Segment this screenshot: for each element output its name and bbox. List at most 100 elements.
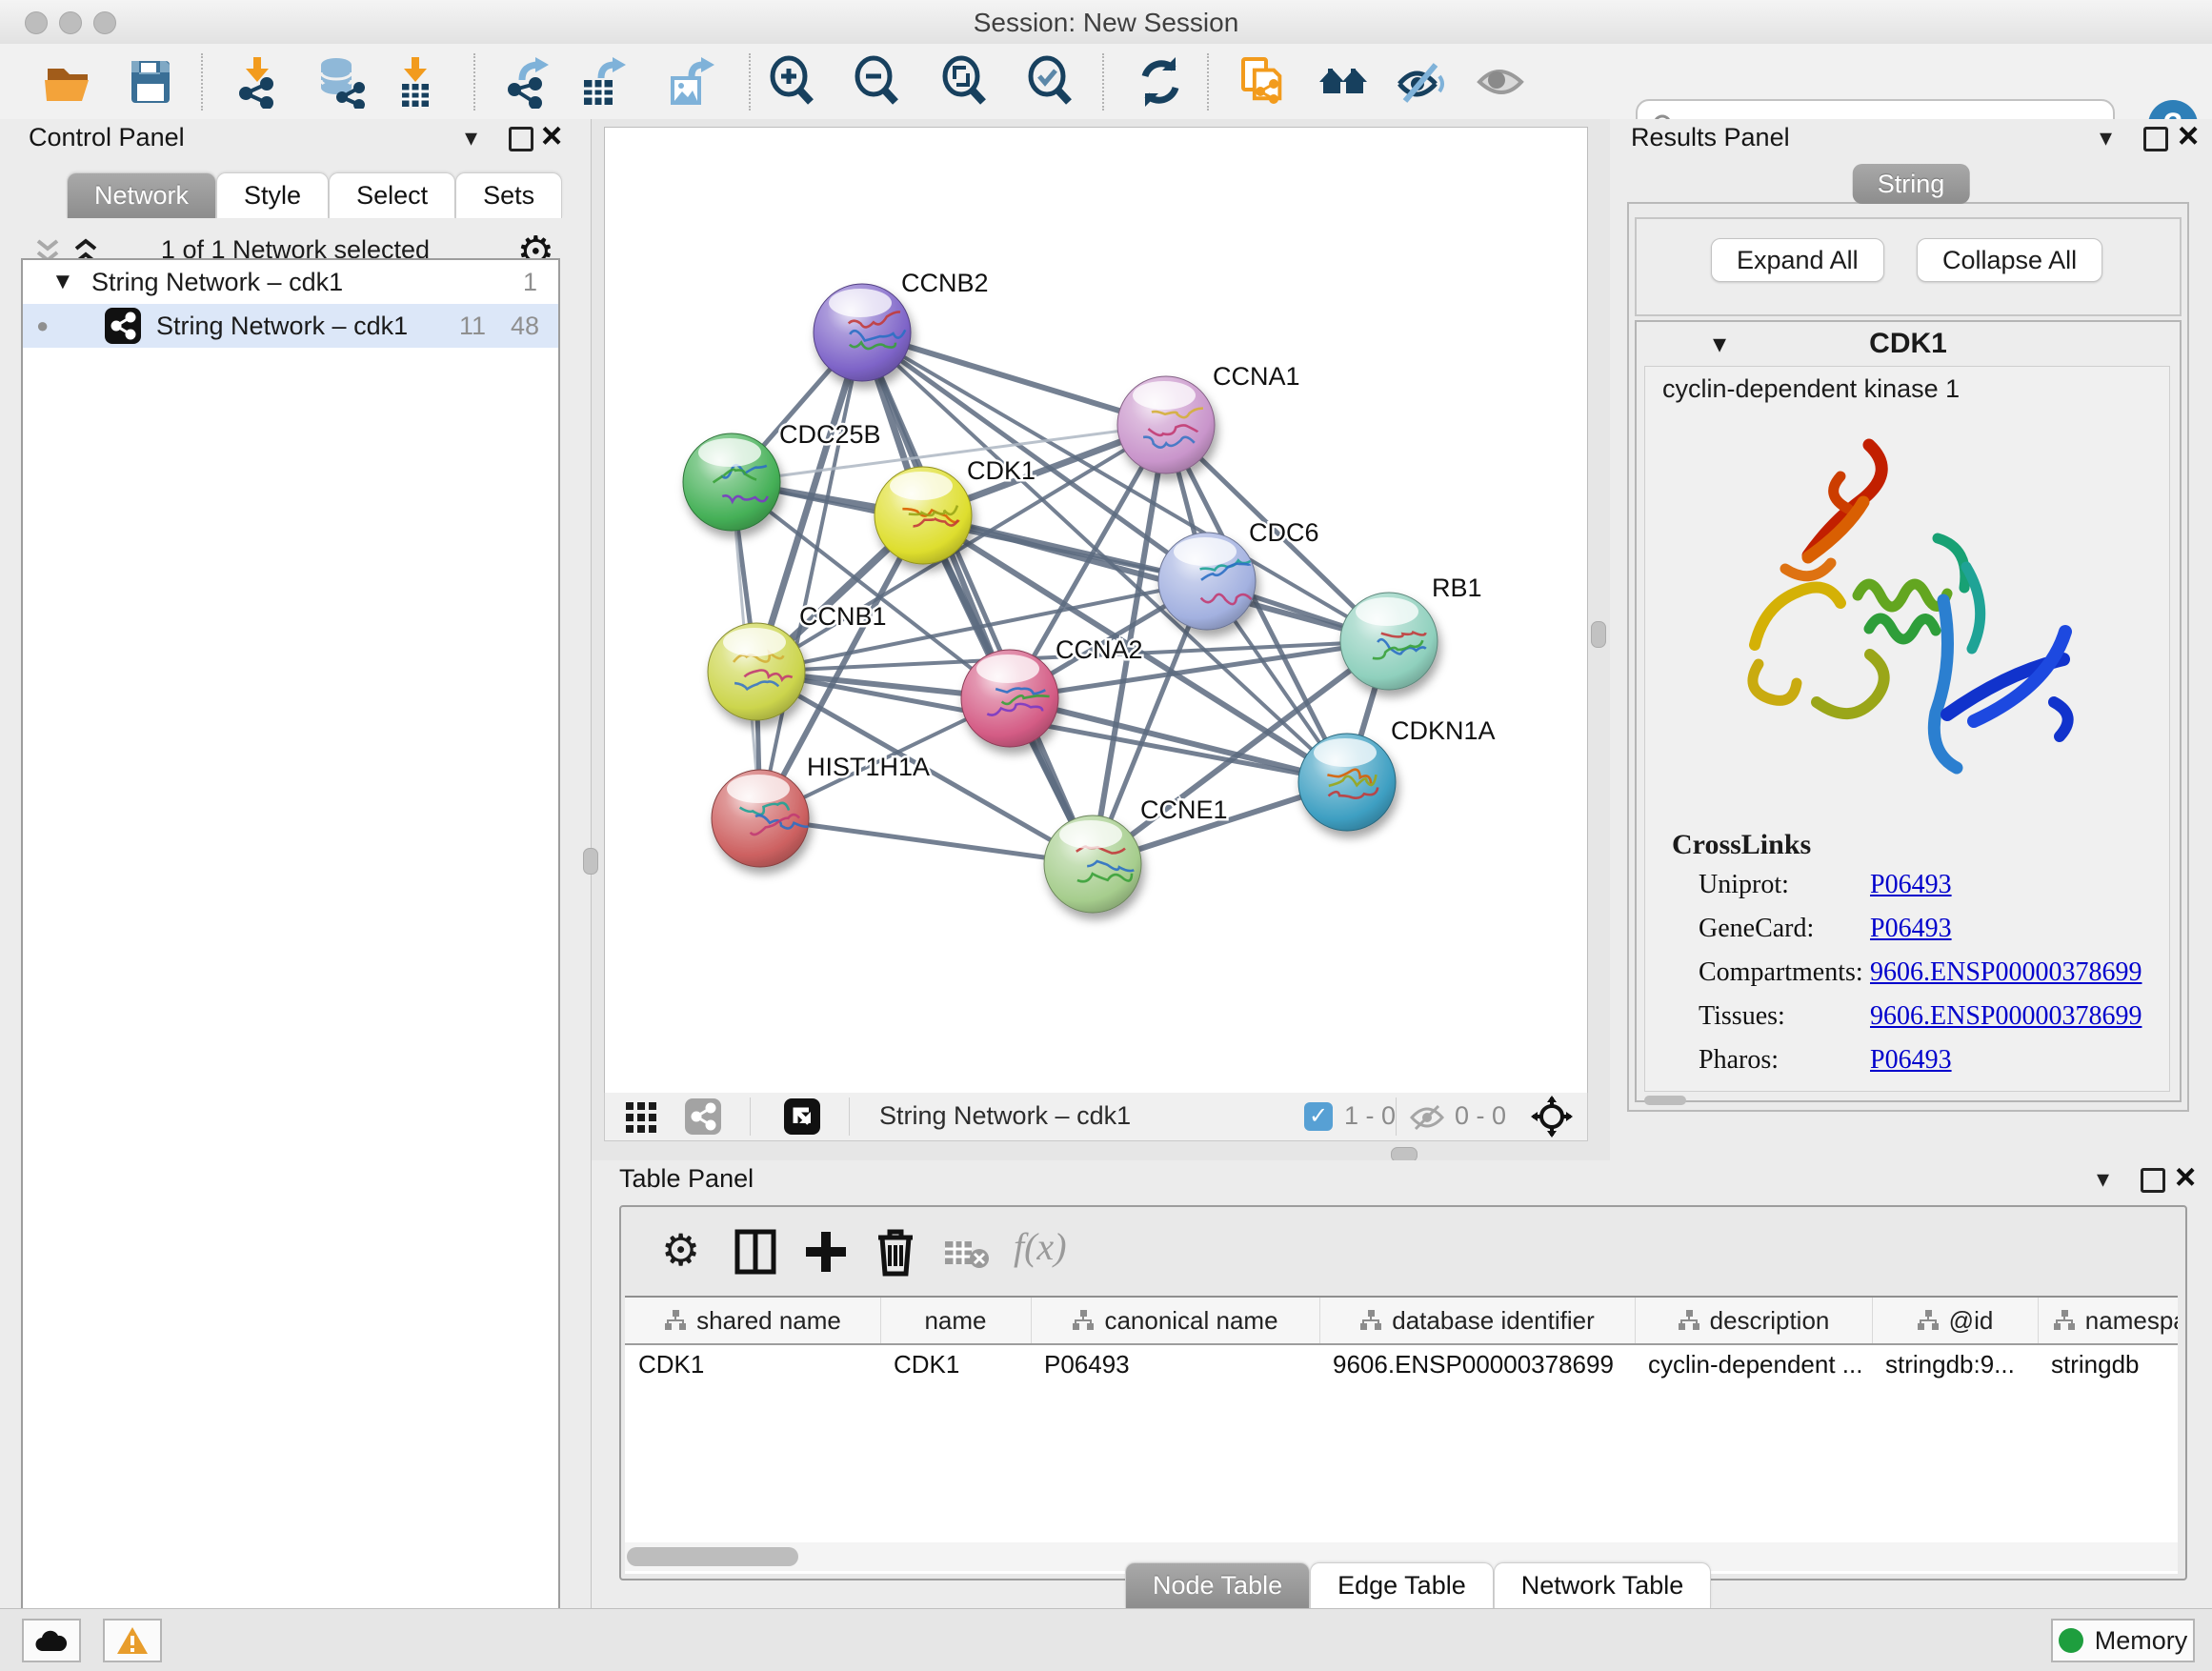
table-cell[interactable]: stringdb:9... bbox=[1872, 1343, 2038, 1385]
table-cell[interactable]: CDK1 bbox=[880, 1343, 1031, 1385]
panel-float-icon[interactable] bbox=[2143, 127, 2168, 151]
copy-icon[interactable] bbox=[1234, 55, 1287, 109]
panel-menu-icon[interactable]: ▾ bbox=[465, 123, 477, 152]
table-header-row: shared name name canonical name database id… bbox=[625, 1298, 2178, 1345]
show-columns-icon[interactable] bbox=[734, 1228, 777, 1276]
birdseye-view-icon[interactable] bbox=[784, 1098, 820, 1135]
panel-float-icon[interactable] bbox=[2141, 1168, 2165, 1193]
network-node-CCNE1[interactable] bbox=[1044, 815, 1141, 913]
grid-view-icon[interactable] bbox=[626, 1102, 656, 1133]
column-header-database-identifier[interactable]: database identifier bbox=[1319, 1298, 1636, 1343]
tab-edge-table[interactable]: Edge Table bbox=[1310, 1562, 1494, 1608]
export-table-icon[interactable] bbox=[576, 55, 630, 109]
import-table-icon[interactable] bbox=[389, 55, 442, 109]
tab-select[interactable]: Select bbox=[329, 172, 455, 218]
network-node-CCNB2[interactable] bbox=[814, 284, 911, 381]
network-edge[interactable] bbox=[760, 818, 1093, 864]
show-all-icon[interactable] bbox=[1474, 55, 1527, 109]
zoom-selected-icon[interactable] bbox=[1025, 55, 1078, 109]
expand-all-button[interactable]: Expand All bbox=[1711, 238, 1884, 282]
network-node-CDK1[interactable] bbox=[875, 467, 972, 564]
right-splitter-handle[interactable] bbox=[1591, 621, 1606, 648]
table-row[interactable]: CDK1CDK1P064939606.ENSP00000378699cyclin… bbox=[625, 1343, 2178, 1385]
delete-column-icon[interactable] bbox=[875, 1228, 916, 1278]
hidden-elements-icon[interactable] bbox=[1409, 1104, 1445, 1131]
function-builder-icon[interactable]: f(x) bbox=[1014, 1224, 1067, 1269]
column-header-description[interactable]: description bbox=[1635, 1298, 1873, 1343]
table-hscroll-thumb[interactable] bbox=[627, 1547, 798, 1566]
table-cell[interactable]: P06493 bbox=[1031, 1343, 1319, 1385]
panel-float-icon[interactable] bbox=[509, 127, 533, 151]
warning-button[interactable] bbox=[103, 1619, 162, 1662]
tree-expander-icon[interactable]: ▼ bbox=[51, 260, 74, 304]
table-cell[interactable]: 9606.ENSP00000378699 bbox=[1319, 1343, 1635, 1385]
panel-close-icon[interactable]: × bbox=[2175, 1168, 2196, 1187]
open-session-icon[interactable] bbox=[41, 55, 94, 109]
delete-table-icon[interactable] bbox=[943, 1239, 991, 1270]
add-column-icon[interactable] bbox=[804, 1228, 848, 1276]
network-node-CCNB1[interactable] bbox=[708, 623, 805, 720]
import-network-icon[interactable] bbox=[231, 55, 284, 109]
network-edge[interactable] bbox=[760, 332, 862, 818]
crosslink-row: Uniprot:P06493 bbox=[1699, 870, 2156, 900]
tab-string[interactable]: String bbox=[1853, 164, 1970, 204]
table-options-gear-icon[interactable]: ⚙ bbox=[661, 1228, 700, 1272]
column-header-label: database identifier bbox=[1392, 1306, 1594, 1336]
network-node-CCNA1[interactable] bbox=[1117, 376, 1215, 473]
network-node-CDC6[interactable] bbox=[1158, 533, 1256, 630]
table-cell[interactable]: cyclin-dependent ... bbox=[1635, 1343, 1872, 1385]
selected-nodes-checkbox[interactable]: ✓ bbox=[1304, 1102, 1333, 1131]
tab-network-table[interactable]: Network Table bbox=[1494, 1562, 1712, 1608]
column-header-@id[interactable]: @id bbox=[1872, 1298, 2039, 1343]
network-collection-row[interactable]: ▼ String Network – cdk1 1 bbox=[23, 260, 558, 304]
export-image-icon[interactable] bbox=[663, 55, 716, 109]
zoom-out-icon[interactable] bbox=[852, 55, 905, 109]
tab-sets[interactable]: Sets bbox=[455, 172, 562, 218]
panel-close-icon[interactable]: × bbox=[2178, 127, 2199, 146]
network-row[interactable]: ● String Network – cdk1 11 48 bbox=[23, 304, 558, 348]
home-layout-icon[interactable] bbox=[1317, 55, 1370, 109]
network-graph[interactable]: CCNB2CCNA1CDC25BCDK1CDC6RB1CCNB1CCNA2CDK… bbox=[605, 128, 1587, 1093]
save-session-icon[interactable] bbox=[124, 55, 177, 109]
network-node-CDC25B[interactable] bbox=[683, 433, 780, 531]
cloud-button[interactable] bbox=[22, 1619, 81, 1662]
tab-node-table[interactable]: Node Table bbox=[1125, 1562, 1310, 1608]
column-header-label: name bbox=[924, 1306, 986, 1336]
node-label-CCNA2: CCNA2 bbox=[1056, 635, 1143, 664]
column-header-shared-name[interactable]: shared name bbox=[625, 1298, 881, 1343]
panel-menu-icon[interactable]: ▾ bbox=[2097, 1164, 2109, 1194]
import-database-icon[interactable] bbox=[313, 55, 367, 109]
hide-selected-icon[interactable] bbox=[1394, 55, 1447, 109]
crosslink-link[interactable]: P06493 bbox=[1870, 870, 1952, 899]
fit-content-crosshair-icon[interactable] bbox=[1531, 1096, 1573, 1137]
crosslink-link[interactable]: 9606.ENSP00000378699 bbox=[1870, 957, 2142, 987]
refresh-icon[interactable] bbox=[1134, 55, 1187, 109]
network-view-type-icon[interactable] bbox=[685, 1098, 721, 1135]
left-splitter-handle[interactable] bbox=[583, 848, 598, 875]
panel-menu-icon[interactable]: ▾ bbox=[2100, 123, 2112, 152]
collapse-all-button[interactable]: Collapse All bbox=[1917, 238, 2102, 282]
panel-close-icon[interactable]: × bbox=[541, 127, 562, 146]
network-node-HIST1H1A[interactable] bbox=[712, 770, 809, 867]
network-node-CCNA2[interactable] bbox=[961, 650, 1058, 747]
column-header-name[interactable]: name bbox=[880, 1298, 1032, 1343]
table-tabs: Node TableEdge TableNetwork Table bbox=[1125, 1562, 1711, 1608]
crosslink-link[interactable]: 9606.ENSP00000378699 bbox=[1870, 1001, 2142, 1031]
network-canvas[interactable]: CCNB2CCNA1CDC25BCDK1CDC6RB1CCNB1CCNA2CDK… bbox=[604, 127, 1588, 1094]
network-node-CDKN1A[interactable] bbox=[1298, 734, 1396, 831]
tab-style[interactable]: Style bbox=[216, 172, 329, 218]
table-cell[interactable]: stringdb bbox=[2038, 1343, 2178, 1385]
memory-button[interactable]: Memory bbox=[2051, 1619, 2195, 1662]
tab-network[interactable]: Network bbox=[67, 172, 216, 218]
export-network-icon[interactable] bbox=[503, 55, 556, 109]
column-header-canonical-name[interactable]: canonical name bbox=[1031, 1298, 1320, 1343]
column-header-namespace[interactable]: namespace bbox=[2038, 1298, 2178, 1343]
zoom-fit-icon[interactable] bbox=[939, 55, 993, 109]
crosslink-link[interactable]: P06493 bbox=[1870, 914, 1952, 943]
results-hscroll-thumb[interactable] bbox=[1644, 1096, 1686, 1105]
network-node-RB1[interactable] bbox=[1340, 593, 1438, 690]
table-cell[interactable]: CDK1 bbox=[625, 1343, 880, 1385]
crosslink-link[interactable]: P06493 bbox=[1870, 1045, 1952, 1075]
zoom-in-icon[interactable] bbox=[767, 55, 820, 109]
node-label-CDKN1A: CDKN1A bbox=[1391, 716, 1496, 745]
